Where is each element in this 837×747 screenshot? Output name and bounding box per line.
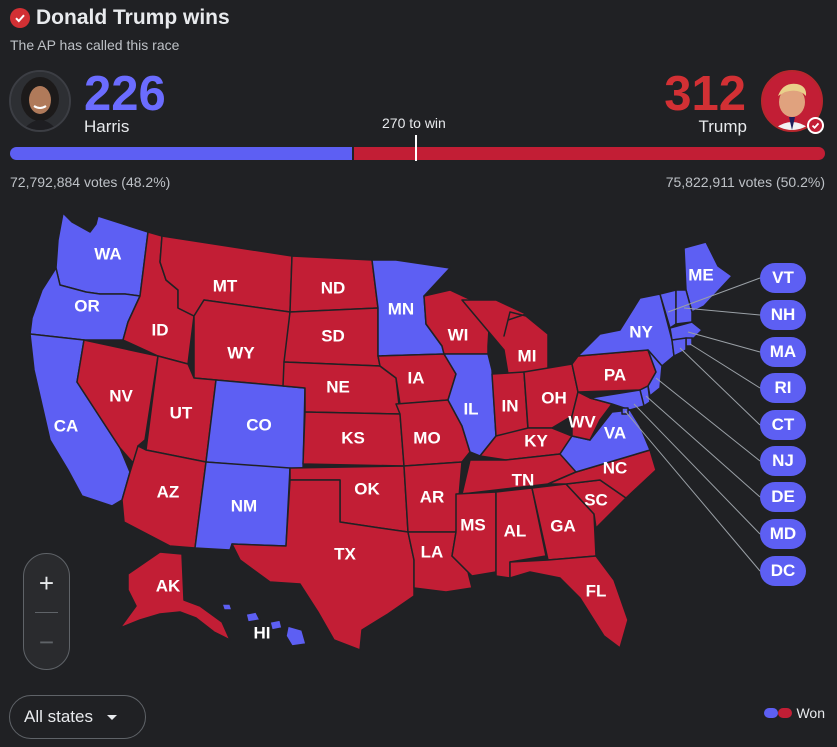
state-label-sc: SC [584,491,608,510]
zoom-out-button[interactable]: − [24,619,69,665]
state-label-ms: MS [460,516,486,535]
zoom-control: + − [23,553,70,670]
trump-name: Trump [698,117,748,136]
pill-nj[interactable]: NJ [760,446,806,476]
zoom-divider [35,612,58,613]
state-label-nc: NC [603,459,628,478]
state-ak[interactable] [119,551,231,641]
legend-swatches [764,708,793,718]
to-win-label: 270 to win [382,115,446,131]
state-label-ne: NE [326,378,350,397]
state-label-co: CO [246,416,272,435]
state-label-tx: TX [334,545,356,564]
trump-electoral-votes: 312 [664,67,746,121]
result-header: Donald Trump wins [10,6,230,30]
legend-label: Won [796,705,825,721]
harris-electoral-votes: 226 [84,67,166,121]
chevron-down-icon [106,714,117,720]
electoral-vote-bar [10,147,825,160]
state-label-pa: PA [604,366,626,385]
state-label-ia: IA [408,369,425,388]
state-label-ky: KY [524,432,548,451]
state-label-ny: NY [629,323,653,342]
trump-bar-segment [354,147,825,160]
leader-line-ri [689,343,761,389]
legend-swatch-harris [764,708,779,718]
harris-name: Harris [84,117,130,136]
state-label-ks: KS [341,429,365,448]
pill-md[interactable]: MD [760,519,806,549]
leader-line-dc [624,410,761,572]
filter-label: All states [24,707,93,726]
state-label-wy: WY [227,344,255,363]
state-label-la: LA [421,543,444,562]
state-label-wv: WV [568,413,596,432]
pill-dc[interactable]: DC [760,556,806,586]
state-label-me: ME [688,266,714,285]
state-label-nm: NM [231,497,257,516]
winner-check-icon [807,117,824,134]
trump-popular-votes: 75,822,911 votes (50.2%) [665,174,825,190]
state-label-mn: MN [388,300,414,319]
pill-de[interactable]: DE [760,482,806,512]
state-label-ut: UT [170,404,193,423]
us-electoral-map: WA OR CA NV ID MT WY UT AZ CO NM ND SD NE KS OK TX MN IA MO… [29,212,761,651]
state-label-al: AL [504,522,527,541]
state-label-fl: FL [586,582,607,601]
state-fl[interactable] [509,555,629,649]
state-label-sd: SD [321,327,345,346]
leader-line-de [645,395,761,498]
state-label-ok: OK [354,480,380,499]
state-label-in: IN [502,397,519,416]
pill-nh[interactable]: NH [760,300,806,330]
state-label-nv: NV [109,387,133,406]
pill-vt[interactable]: VT [760,263,806,293]
leader-line-nj [655,377,761,462]
zoom-in-button[interactable]: + [24,560,69,606]
win-threshold-marker [415,135,417,161]
pill-ma[interactable]: MA [760,337,806,367]
pill-ri[interactable]: RI [760,373,806,403]
legend: Won [764,705,825,721]
state-label-ar: AR [420,488,445,507]
harris-bar-segment [10,147,353,160]
leader-line-nh [683,307,761,316]
state-label-mi: MI [518,347,537,366]
state-label-il: IL [463,400,478,419]
state-label-ca: CA [54,417,79,436]
state-label-id: ID [152,321,169,340]
legend-swatch-trump [778,708,793,718]
state-filter-dropdown[interactable]: All states [9,695,146,739]
state-label-ga: GA [550,517,576,536]
state-label-tn: TN [512,471,535,490]
headline: Donald Trump wins [36,6,230,29]
state-label-az: AZ [157,483,180,502]
state-label-mt: MT [213,277,238,296]
pill-ct[interactable]: CT [760,410,806,440]
race-call-status: The AP has called this race [10,37,180,53]
state-ct[interactable] [671,337,687,357]
check-icon [10,8,30,28]
harris-avatar[interactable] [9,70,71,132]
state-label-ak: AK [156,577,181,596]
harris-popular-votes: 72,792,884 votes (48.2%) [10,174,171,190]
state-label-or: OR [74,297,100,316]
state-label-mo: MO [413,429,440,448]
state-label-wa: WA [94,245,121,264]
leader-line-ct [679,347,761,426]
state-label-hi: HI [254,624,271,643]
state-label-oh: OH [541,389,567,408]
state-label-nd: ND [321,279,346,298]
state-label-wi: WI [448,326,469,345]
state-label-va: VA [604,424,626,443]
